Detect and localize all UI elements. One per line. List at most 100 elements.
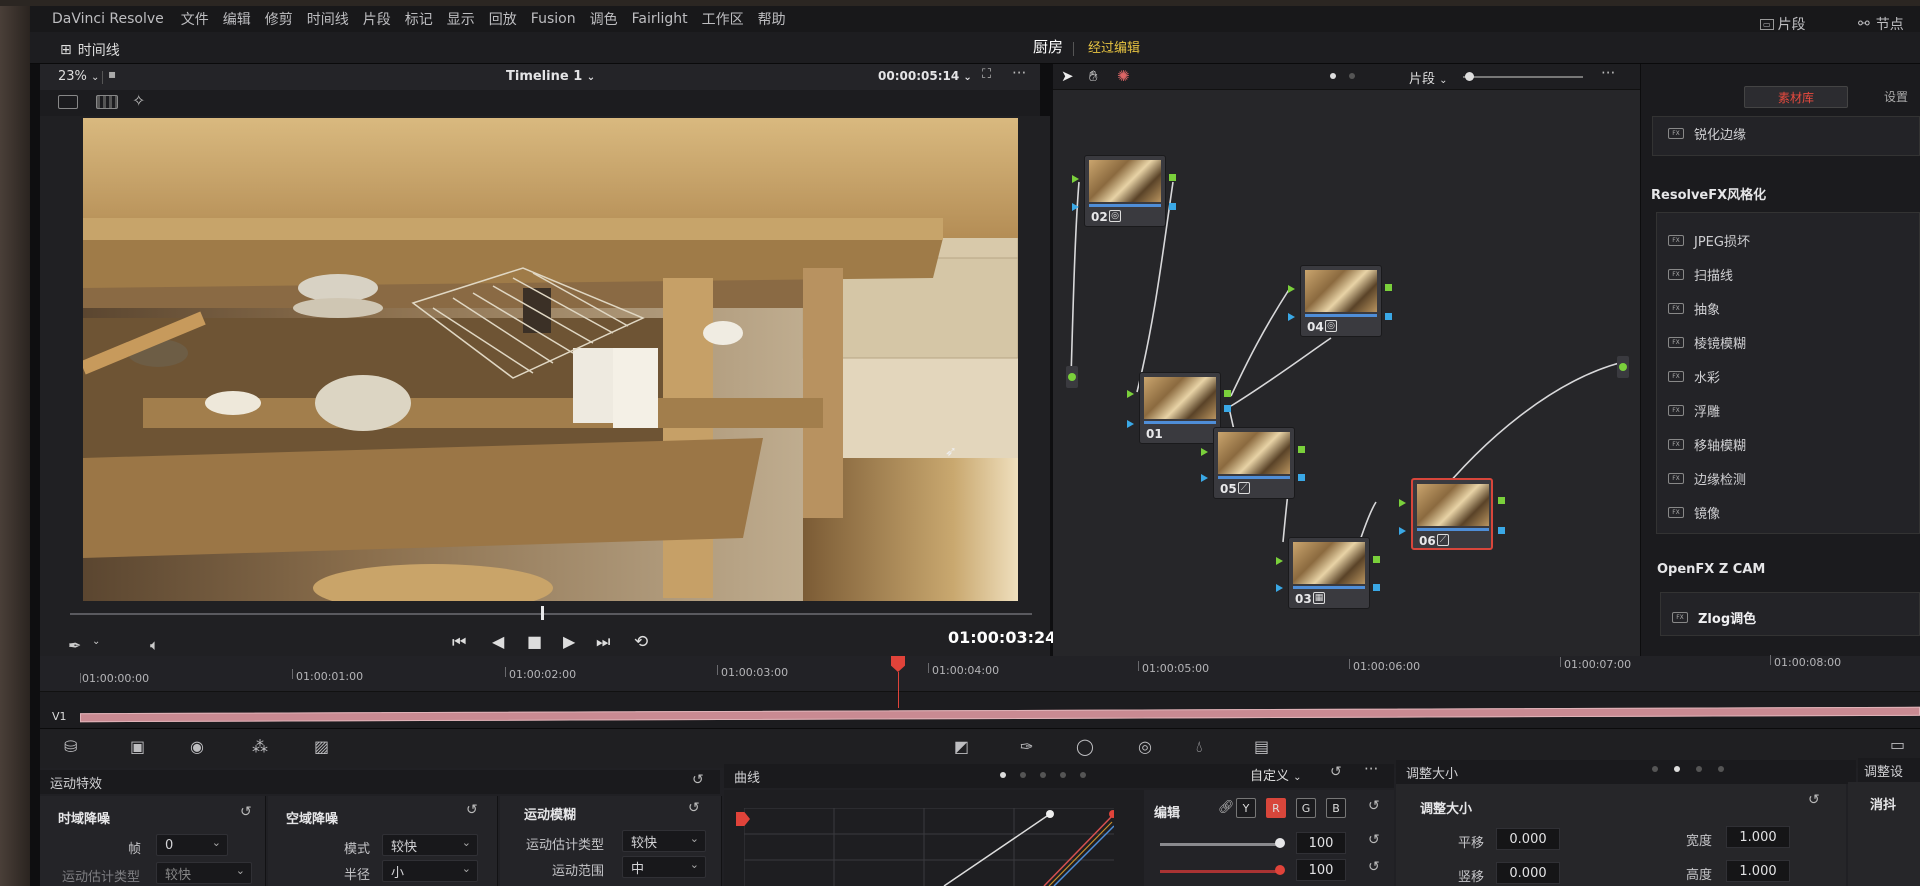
timeline-name-select[interactable]: Timeline 1 ⌄ [506, 69, 595, 84]
alpha-output-pin[interactable] [1498, 527, 1505, 534]
reset-icon[interactable]: ↺ [1368, 798, 1380, 814]
channel-b-button[interactable]: B [1326, 798, 1346, 818]
rgb-output-pin[interactable] [1373, 556, 1380, 563]
menu-fusion[interactable]: Fusion [524, 11, 583, 27]
slider-knob[interactable] [1275, 838, 1285, 848]
app-name[interactable]: DaVinci Resolve [30, 11, 174, 27]
rgb-output-pin[interactable] [1498, 497, 1505, 504]
library-item-prism-blur[interactable]: FX 棱镜模糊 [1668, 333, 1746, 352]
clips-toggle[interactable]: ▭ 片段 [1760, 14, 1806, 34]
motion-estimation-dropdown[interactable]: 较快 ⌄ [156, 862, 252, 884]
curves-page-dots[interactable] [1000, 772, 1086, 778]
menu-workspace[interactable]: 工作区 [695, 9, 751, 29]
library-item-zlog-grade[interactable]: FX Zlog调色 [1672, 608, 1756, 627]
more-options-icon[interactable]: ··· [1601, 64, 1615, 82]
channel-g-button[interactable]: G [1296, 798, 1316, 818]
camera-raw-icon[interactable]: ⛁ [64, 737, 77, 756]
page-dot[interactable] [1696, 766, 1702, 772]
section-resolvefx-stylize[interactable]: ResolveFX风格化 [1651, 184, 1766, 203]
curve-preset-select[interactable]: 自定义 ⌄ [1250, 765, 1302, 784]
reset-icon[interactable]: ↺ [692, 772, 704, 788]
node-zoom-knob[interactable] [1465, 72, 1474, 81]
rgb-input-pin[interactable] [1201, 448, 1208, 456]
reset-icon[interactable]: ↺ [1808, 792, 1820, 808]
play-reverse-icon[interactable]: ◀ [492, 632, 504, 651]
motion-effects-icon[interactable]: ▨ [314, 737, 329, 756]
output-node[interactable] [1617, 356, 1629, 378]
node-mode-select[interactable]: 片段 ⌄ [1409, 68, 1448, 87]
red-intensity-slider[interactable] [1160, 870, 1280, 873]
luma-intensity-value[interactable]: 100 [1296, 832, 1346, 854]
rgb-input-pin[interactable] [1276, 557, 1283, 565]
tab-library[interactable]: 素材库 [1744, 86, 1848, 108]
height-value[interactable]: 1.000 [1726, 860, 1790, 882]
library-item-abstraction[interactable]: FX 抽象 [1668, 299, 1720, 318]
pan-value[interactable]: 0.000 [1496, 828, 1560, 850]
library-item-emboss[interactable]: FX 浮雕 [1668, 401, 1720, 420]
alpha-input-pin[interactable] [1276, 584, 1283, 592]
eyedropper-icon[interactable]: ✒ [68, 636, 81, 655]
color-wheel-icon[interactable]: ✺ [1117, 67, 1130, 85]
rgb-mixer-icon[interactable]: ⁂ [252, 737, 268, 756]
menu-help[interactable]: 帮助 [751, 9, 793, 29]
width-value[interactable]: 1.000 [1726, 826, 1790, 848]
color-match-icon[interactable]: ▣ [130, 737, 145, 756]
color-node-02[interactable]: 02 ◎ [1084, 155, 1166, 227]
tilt-value[interactable]: 0.000 [1496, 862, 1560, 884]
rgb-output-pin[interactable] [1298, 446, 1305, 453]
luma-intensity-slider[interactable] [1160, 843, 1280, 846]
color-node-06-selected[interactable]: 06 ⟋ [1411, 478, 1493, 550]
color-node-04[interactable]: 04 ◎ [1300, 265, 1382, 337]
more-options-icon[interactable]: ··· [1012, 64, 1026, 82]
node-zoom-slider[interactable] [1463, 76, 1583, 78]
page-dot-active[interactable] [1674, 766, 1680, 772]
menu-mark[interactable]: 标记 [398, 9, 440, 29]
qualifier-icon[interactable]: ✑ [1020, 737, 1033, 756]
source-input-node[interactable] [1066, 366, 1078, 388]
channel-y-button[interactable]: Y [1236, 798, 1256, 818]
loop-icon[interactable]: ⟲ [634, 632, 648, 652]
library-item-sharpen-edges[interactable]: FX 锐化边缘 [1668, 124, 1746, 143]
page-dot[interactable] [1080, 772, 1086, 778]
nodes-toggle[interactable]: ⚯ 节点 [1858, 14, 1904, 34]
split-screen-icon[interactable] [58, 95, 78, 109]
menu-fairlight[interactable]: Fairlight [625, 11, 695, 27]
more-options-icon[interactable]: ··· [1364, 760, 1378, 778]
fullscreen-icon[interactable]: ⛶ [982, 67, 991, 82]
play-icon[interactable]: ▶ [563, 632, 575, 651]
rgb-input-pin[interactable] [1288, 285, 1295, 293]
menu-timeline[interactable]: 时间线 [300, 9, 356, 29]
rgb-input-pin[interactable] [1399, 499, 1406, 507]
library-item-tilt-shift-blur[interactable]: FX 移轴模糊 [1668, 435, 1746, 454]
chevron-down-icon[interactable]: ⌄ [92, 636, 100, 647]
window-icon[interactable]: ◯ [1076, 737, 1094, 756]
reset-icon[interactable]: ↺ [688, 800, 700, 816]
alpha-output-pin[interactable] [1298, 474, 1305, 481]
menu-trim[interactable]: 修剪 [258, 9, 300, 29]
stop-icon[interactable]: ■ [527, 632, 542, 651]
color-node-03[interactable]: 03 ▦ [1288, 537, 1370, 609]
color-node-01[interactable]: 01 [1139, 372, 1221, 444]
alpha-input-pin[interactable] [1399, 527, 1406, 535]
alpha-input-pin[interactable] [1072, 203, 1079, 211]
scrubber-playhead[interactable] [541, 606, 545, 620]
speaker-icon[interactable]: 🔈︎ [150, 636, 159, 654]
sizing-page-dots[interactable] [1652, 766, 1724, 772]
key-icon[interactable]: ▤ [1254, 737, 1269, 756]
viewer-scrubber[interactable] [70, 613, 1032, 615]
library-item-jpeg-damage[interactable]: FX JPEG损坏 [1668, 231, 1750, 250]
library-item-scanlines[interactable]: FX 扫描线 [1668, 265, 1733, 284]
rgb-input-pin[interactable] [1072, 175, 1079, 183]
alpha-output-pin[interactable] [1224, 405, 1231, 412]
timeline-panel-toggle[interactable]: ⊞ 时间线 [60, 40, 120, 60]
rgb-output-pin[interactable] [1224, 390, 1231, 397]
library-item-watercolor[interactable]: FX 水彩 [1668, 367, 1720, 386]
reset-icon[interactable]: ↺ [1330, 764, 1342, 780]
menu-edit[interactable]: 编辑 [216, 9, 258, 29]
radius-dropdown[interactable]: 小 ⌄ [382, 860, 478, 882]
channel-r-button[interactable]: R [1266, 798, 1286, 818]
reset-icon[interactable]: ↺ [240, 804, 252, 820]
tracker-icon[interactable]: ◎ [1138, 737, 1152, 756]
alpha-output-pin[interactable] [1169, 203, 1176, 210]
page-dot[interactable] [1652, 766, 1658, 772]
